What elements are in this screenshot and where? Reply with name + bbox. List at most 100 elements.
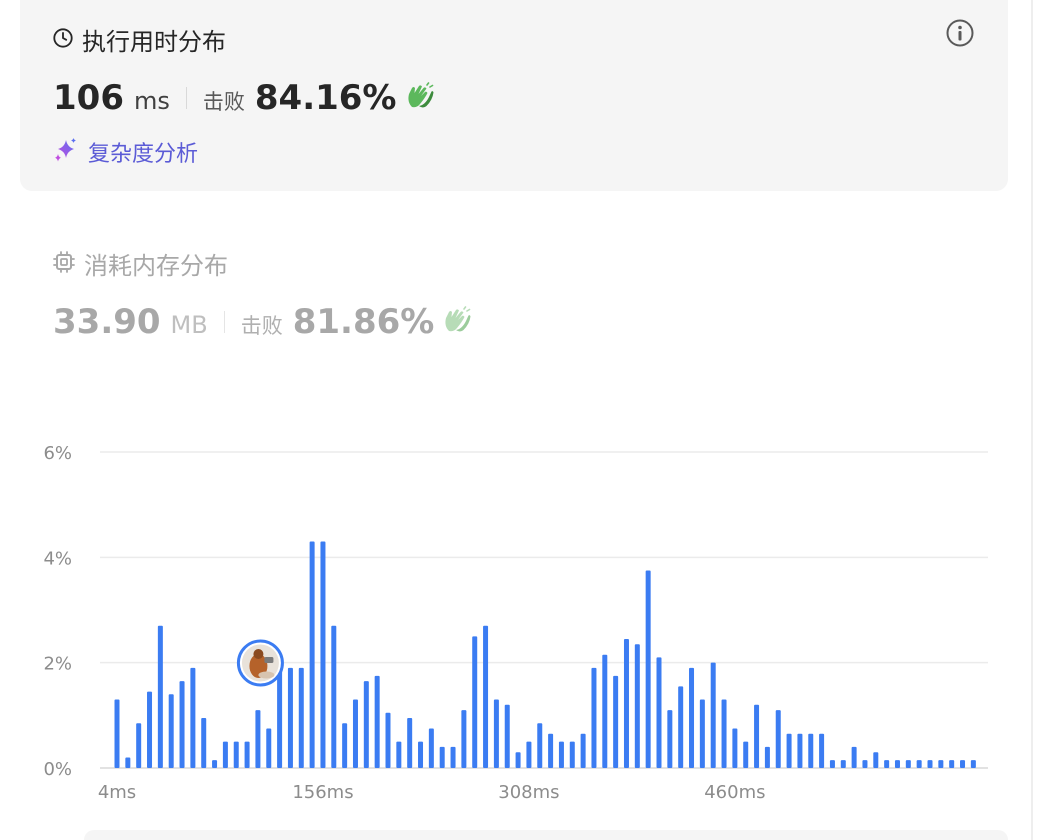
y-tick-label: 0% [43,759,72,780]
histogram-bar[interactable] [721,699,727,768]
histogram-bar[interactable] [287,667,293,768]
histogram-bar[interactable] [244,741,250,768]
histogram-bar[interactable] [602,654,608,768]
histogram-bar[interactable] [645,570,651,769]
x-tick-label: 4ms [98,782,136,803]
histogram-bar[interactable] [212,760,218,768]
histogram-bar[interactable] [634,644,640,768]
histogram-bar[interactable] [927,760,933,768]
histogram-bar[interactable] [558,741,564,768]
histogram-bar[interactable] [331,625,337,768]
histogram-bar[interactable] [840,760,846,768]
histogram-bar[interactable] [949,760,955,768]
histogram-bar[interactable] [537,723,543,768]
histogram-bar[interactable] [689,667,695,768]
x-tick-label: 308ms [498,782,559,803]
histogram-bar[interactable] [233,741,239,768]
clapping-hands-icon [405,82,435,114]
histogram-bar[interactable] [266,728,272,769]
complexity-analysis-link[interactable]: 复杂度分析 [52,136,198,168]
histogram-bar[interactable] [786,733,792,768]
histogram-bar[interactable] [829,760,835,768]
histogram-bar[interactable] [428,728,434,769]
right-divider [1031,0,1033,840]
histogram-bar[interactable] [851,746,857,768]
histogram-bar[interactable] [764,746,770,768]
histogram-bar[interactable] [667,710,673,768]
histogram-bar[interactable] [136,723,142,768]
histogram-bar[interactable] [147,691,153,768]
user-avatar[interactable] [236,639,284,687]
histogram-bar[interactable] [960,760,966,768]
histogram-bar[interactable] [493,699,499,768]
histogram-bar[interactable] [884,760,890,768]
histogram-bar[interactable] [352,699,358,768]
runtime-unit: ms [133,87,170,115]
histogram-bar[interactable] [699,699,705,768]
histogram-bar[interactable] [569,741,575,768]
histogram-bar[interactable] [732,728,738,769]
histogram-bar[interactable] [418,741,424,768]
memory-header[interactable]: 消耗内存分布 [52,246,228,281]
memory-title: 消耗内存分布 [84,252,228,280]
histogram-bar[interactable] [623,638,629,768]
histogram-bar[interactable] [905,760,911,768]
histogram-bar[interactable] [938,760,944,768]
info-icon[interactable] [945,18,975,48]
runtime-beats-value: 84.16% [254,78,397,118]
runtime-card[interactable]: 执行用时分布 106 ms 击败 84.16% 复杂度分析 [20,0,1008,191]
histogram-bar[interactable] [894,760,900,768]
histogram-bar[interactable] [309,541,315,768]
histogram-bar[interactable] [873,752,879,768]
histogram-bar[interactable] [970,760,976,768]
histogram-bar[interactable] [504,704,510,768]
histogram-bar[interactable] [483,625,489,768]
histogram-bar[interactable] [613,675,619,768]
histogram-bar[interactable] [385,712,391,768]
histogram-bar[interactable] [125,757,131,768]
histogram-bar[interactable] [407,717,413,768]
histogram-bar[interactable] [515,752,521,768]
histogram-bar[interactable] [862,760,868,768]
histogram-bar[interactable] [472,636,478,768]
histogram-bar[interactable] [222,741,228,768]
histogram-bar[interactable] [591,667,597,768]
histogram-bar[interactable] [819,733,825,768]
histogram-bar[interactable] [298,667,304,768]
histogram-bar[interactable] [678,686,684,768]
histogram-bar[interactable] [461,710,467,768]
memory-beats-value: 81.86% [292,302,435,342]
x-tick-label: 156ms [292,782,353,803]
histogram-bar[interactable] [775,710,781,768]
histogram-bar[interactable] [190,667,196,768]
memory-stats: 33.90 MB 击败 81.86% [53,302,472,342]
histogram-bar[interactable] [168,694,174,768]
histogram-bar[interactable] [797,733,803,768]
histogram-bar[interactable] [808,733,814,768]
histogram-bar[interactable] [342,723,348,768]
histogram-bar[interactable] [396,741,402,768]
runtime-distribution-chart[interactable]: 0% 2% 4% 6% 4ms 156ms 308ms 460ms [0,430,1010,810]
histogram-bar[interactable] [580,733,586,768]
runtime-beats-label: 击败 [202,90,245,114]
histogram-bar[interactable] [255,710,261,768]
chart-svg: 0% 2% 4% 6% 4ms 156ms 308ms 460ms [43,443,988,803]
histogram-bar[interactable] [656,657,662,768]
histogram-bar[interactable] [439,746,445,768]
histogram-bar[interactable] [201,717,207,768]
y-tick-label: 4% [43,548,72,569]
histogram-bar[interactable] [754,704,760,768]
histogram-bar[interactable] [320,541,326,768]
histogram-bar[interactable] [743,741,749,768]
histogram-bar[interactable] [710,662,716,768]
histogram-bar[interactable] [114,699,120,768]
histogram-bar[interactable] [374,675,380,768]
histogram-bar[interactable] [548,733,554,768]
histogram-bar[interactable] [916,760,922,768]
histogram-bar[interactable] [157,625,163,768]
histogram-bar[interactable] [450,746,456,768]
histogram-bar[interactable] [526,741,532,768]
histogram-bar[interactable] [363,681,369,768]
histogram-bar[interactable] [179,681,185,768]
runtime-header: 执行用时分布 [52,22,226,57]
